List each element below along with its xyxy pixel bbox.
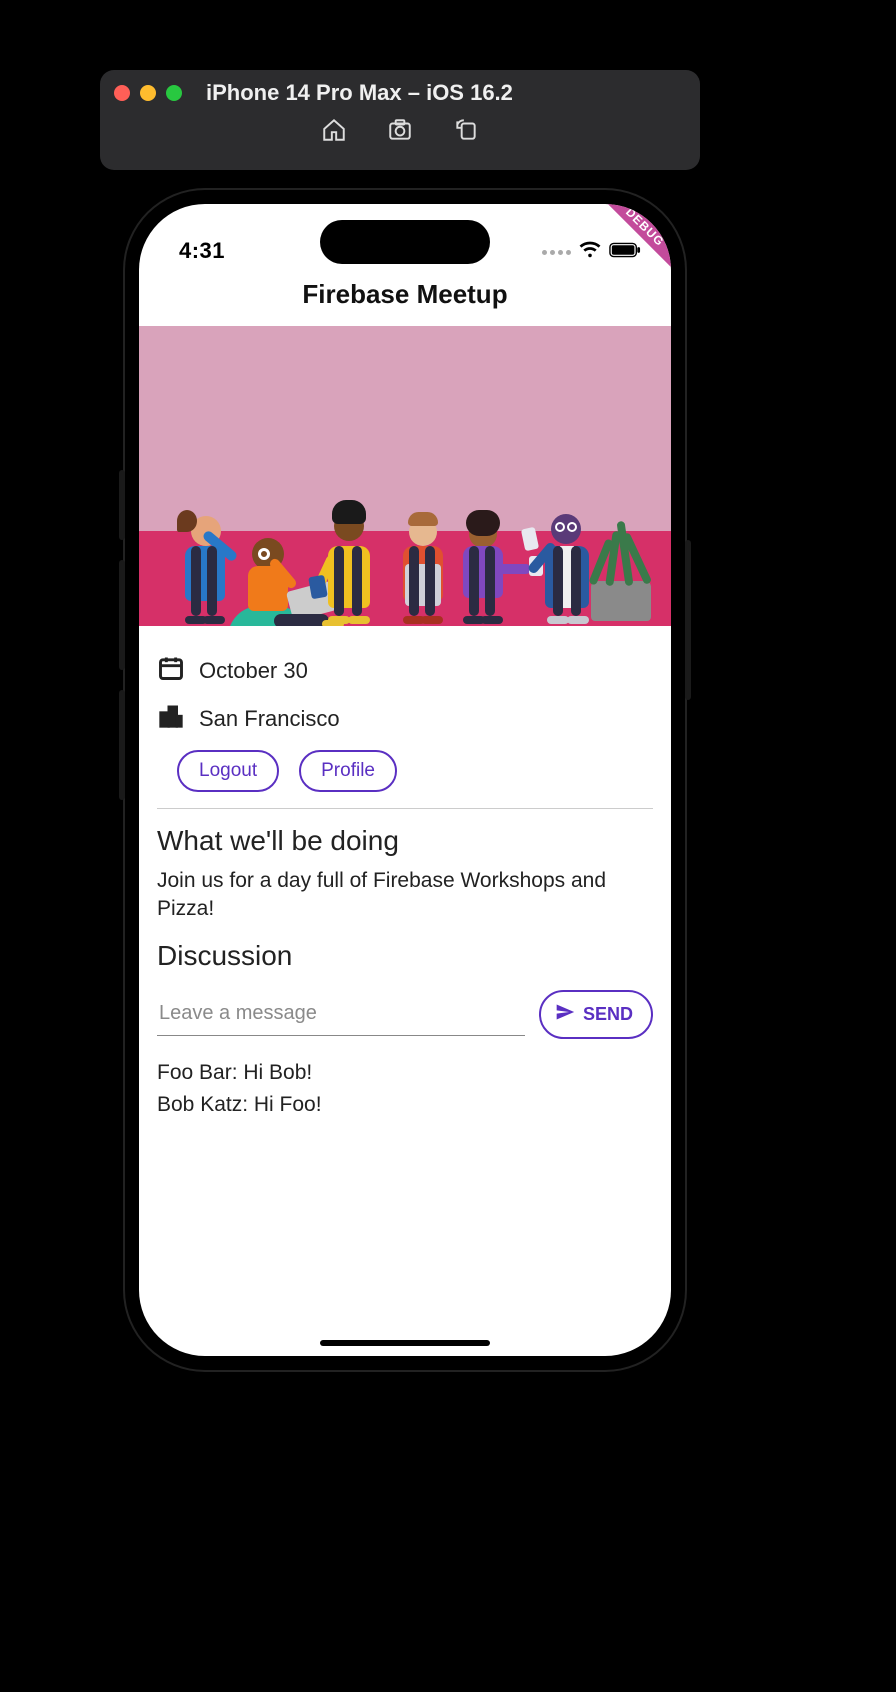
page-title: Firebase Meetup [302, 279, 507, 310]
traffic-lights [114, 85, 182, 101]
calendar-icon [157, 654, 185, 688]
event-date: October 30 [199, 658, 308, 684]
plant-decoration [591, 581, 651, 621]
simulator-title: iPhone 14 Pro Max – iOS 16.2 [206, 80, 513, 106]
send-icon [555, 1002, 575, 1027]
screenshot-icon[interactable] [387, 117, 413, 148]
event-location-row: San Francisco [157, 702, 653, 736]
minimize-window-button[interactable] [140, 85, 156, 101]
zoom-window-button[interactable] [166, 85, 182, 101]
screen: DEBUG 4:31 Firebase Meetup [139, 204, 671, 1356]
main-content: October 30 San Francisco Logout Profile … [139, 626, 671, 1117]
profile-button[interactable]: Profile [299, 750, 397, 792]
about-heading: What we'll be doing [157, 825, 653, 857]
message-item: Bob Katz: Hi Foo! [157, 1093, 653, 1117]
auth-button-row: Logout Profile [177, 750, 653, 792]
wifi-icon [579, 241, 601, 264]
city-icon [157, 702, 185, 736]
send-label: SEND [583, 1004, 633, 1025]
logout-button[interactable]: Logout [177, 750, 279, 792]
app-bar: Firebase Meetup [139, 264, 671, 326]
home-icon[interactable] [321, 117, 347, 148]
event-location: San Francisco [199, 706, 340, 732]
home-indicator[interactable] [320, 1340, 490, 1346]
hero-image [139, 326, 671, 626]
volume-down-button[interactable] [119, 690, 125, 800]
simulator-window-bar: iPhone 14 Pro Max – iOS 16.2 [100, 70, 700, 170]
mute-switch[interactable] [119, 470, 125, 540]
message-list: Foo Bar: Hi Bob! Bob Katz: Hi Foo! [157, 1061, 653, 1117]
message-item: Foo Bar: Hi Bob! [157, 1061, 653, 1085]
phone-frame: DEBUG 4:31 Firebase Meetup [125, 190, 685, 1370]
cellular-icon [542, 250, 571, 255]
battery-icon [609, 242, 641, 263]
close-window-button[interactable] [114, 85, 130, 101]
event-date-row: October 30 [157, 654, 653, 688]
volume-up-button[interactable] [119, 560, 125, 670]
message-compose-row: SEND [157, 990, 653, 1039]
divider [157, 808, 653, 809]
discussion-heading: Discussion [157, 940, 653, 972]
send-button[interactable]: SEND [539, 990, 653, 1039]
power-button[interactable] [685, 540, 691, 700]
about-body: Join us for a day full of Firebase Works… [157, 867, 653, 924]
rotate-icon[interactable] [453, 117, 479, 148]
dynamic-island [320, 220, 490, 264]
message-input[interactable] [157, 992, 525, 1036]
status-time: 4:31 [179, 238, 225, 264]
